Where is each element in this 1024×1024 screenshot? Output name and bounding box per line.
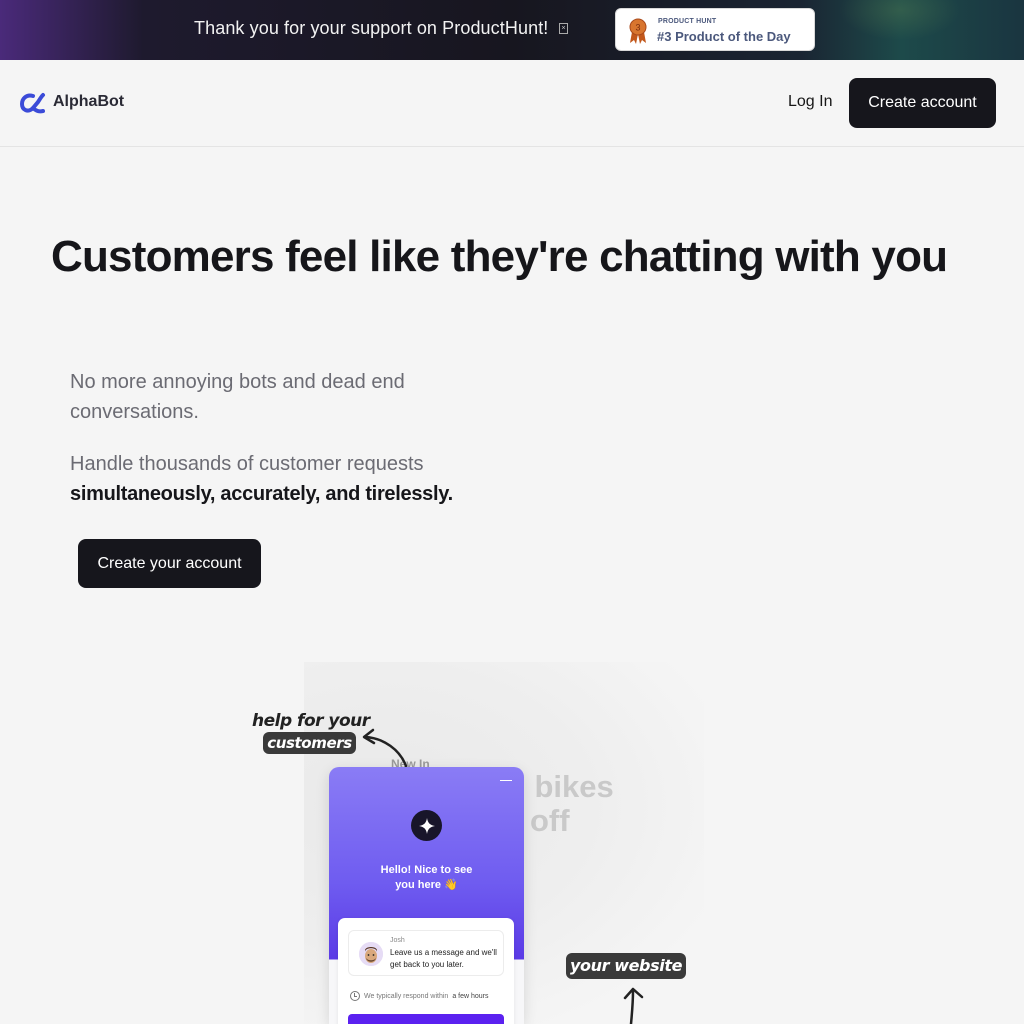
logo-text[interactable]: AlphaBot [53, 93, 124, 111]
producthunt-badge[interactable]: 3 PRODUCT HUNT #3 Product of the Day [615, 8, 815, 51]
medal-icon: 3 [629, 18, 647, 44]
page-title: Customers feel like they're chatting wit… [51, 232, 948, 281]
minimize-icon[interactable] [500, 780, 512, 781]
up-arrow-icon [623, 987, 644, 1024]
widget-greeting: Hello! Nice to see you here 👋 [329, 863, 524, 893]
widget-card: Josh Leave us a message and we'll get ba… [338, 918, 514, 1024]
hero-paragraph-2-text: Handle thousands of customer requests [70, 453, 424, 475]
annotation-help: help for your [252, 711, 370, 731]
bot-avatar [411, 810, 442, 841]
agent-message[interactable]: Josh Leave us a message and we'll get ba… [348, 930, 504, 976]
alpha-logo-icon[interactable] [20, 92, 46, 114]
agent-name: Josh [390, 937, 405, 944]
sparkle-icon [418, 817, 435, 834]
response-time: We typically respond within a few hours [350, 991, 489, 1001]
login-link[interactable]: Log In [788, 93, 832, 111]
curved-arrow-icon [362, 728, 408, 768]
create-your-account-button[interactable]: Create your account [78, 539, 261, 588]
send-message-button[interactable] [348, 1014, 504, 1024]
hero-paragraph-1: No more annoying bots and dead end conve… [70, 371, 405, 423]
badge-title: #3 Product of the Day [657, 29, 791, 44]
response-time-prefix: We typically respond within [364, 992, 449, 1000]
agent-message-text: Leave us a message and we'll get back to… [390, 948, 497, 969]
widget-greeting-line-1: Hello! Nice to see [380, 864, 473, 876]
response-time-value: a few hours [452, 992, 489, 1000]
annotation-customers: customers [263, 732, 356, 754]
hero-paragraph-2-bold: simultaneously, accurately, and tireless… [70, 483, 453, 505]
agent-avatar [359, 942, 383, 966]
promo-banner: Thank you for your support on ProductHun… [0, 0, 1024, 60]
close-icon[interactable]: × [559, 23, 568, 34]
site-header: AlphaBot Log In Create account [0, 60, 1024, 147]
clock-icon [350, 991, 360, 1001]
svg-text:3: 3 [635, 23, 640, 33]
banner-text: Thank you for your support on ProductHun… [194, 18, 549, 38]
widget-greeting-line-2: you here 👋 [395, 879, 458, 891]
badge-caption: PRODUCT HUNT [658, 18, 717, 25]
create-account-button[interactable]: Create account [849, 78, 996, 128]
annotation-website: your website [566, 953, 686, 979]
hero-paragraph-2: Handle thousands of customer requests si… [70, 449, 490, 509]
chat-widget: Hello! Nice to see you here 👋 Josh Leave… [329, 767, 524, 1024]
